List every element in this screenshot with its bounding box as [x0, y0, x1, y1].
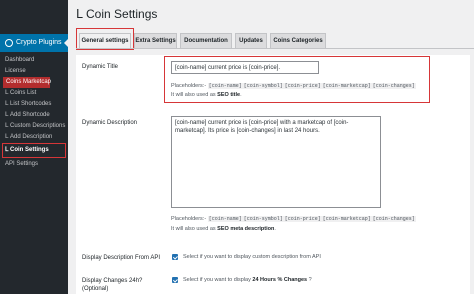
- tab-documentation[interactable]: Documentation: [180, 33, 232, 48]
- sidebar-item-dashboard[interactable]: Dashboard: [0, 55, 68, 66]
- display-changes-help-bold: 24 Hours % Changes: [252, 277, 308, 283]
- dynamic-description-placeholders: Placeholders:- [coin-name] [coin-symbol][…: [171, 215, 416, 223]
- display-changes-optional: (Optional): [82, 286, 109, 292]
- placeholder-tag: [coin-symbol]: [242, 216, 284, 222]
- display-changes-checkbox[interactable]: [172, 277, 178, 283]
- sidebar-item-custom-descriptions[interactable]: ᒪ Custom Descriptions: [0, 121, 68, 132]
- seo-note-bold: SEO meta description: [217, 226, 275, 232]
- placeholder-tag: [coin-name]: [207, 216, 243, 222]
- tab-updates[interactable]: Updates: [235, 33, 267, 48]
- display-description-help: Select if you want to display custom des…: [183, 254, 321, 260]
- highlight-box-general-settings: [76, 28, 134, 50]
- tab-extra-settings[interactable]: Extra Settings: [134, 33, 177, 48]
- dynamic-description-textarea[interactable]: [coin-name] current price is [coin-price…: [171, 116, 381, 208]
- seo-note-text: It will also used as: [171, 226, 218, 232]
- current-menu-arrow-icon: [64, 39, 68, 47]
- display-changes-help: Select if you want to display 24 Hours %…: [183, 276, 312, 284]
- settings-form: Dynamic Title [coin-name] current price …: [76, 55, 474, 294]
- page-scrollbar[interactable]: [470, 55, 474, 294]
- placeholder-tag: [coin-price]: [283, 216, 322, 222]
- display-changes-help-suffix: ?: [307, 277, 312, 283]
- sidebar-item-api-settings[interactable]: API Settings: [0, 159, 68, 170]
- sidebar-item-coins-marketcap[interactable]: Coins Marketcap: [3, 77, 51, 88]
- menu-crypto-plugins-label: Crypto Plugins: [16, 39, 62, 46]
- sidebar-item-list-shortcodes[interactable]: ᒪ List Shortcodes: [0, 99, 68, 110]
- sidebar-item-coins-list[interactable]: ᒪ Coins List: [0, 88, 68, 99]
- dynamic-description-label: Dynamic Description: [82, 120, 138, 126]
- admin-sidebar: Crypto Plugins Dashboard License Coins M…: [0, 0, 68, 294]
- dynamic-title-label: Dynamic Title: [82, 64, 119, 70]
- placeholder-tag: [coin-changes]: [371, 216, 416, 222]
- textarea-resize-handle[interactable]: [376, 203, 381, 208]
- placeholders-label: Placeholders:-: [171, 216, 207, 222]
- display-description-checkbox[interactable]: [172, 254, 178, 260]
- sidebar-item-add-shortcode[interactable]: ᒪ Add Shortcode: [0, 110, 68, 121]
- highlight-box-coin-settings: [2, 143, 66, 158]
- sidebar-item-add-description[interactable]: ᒪ Add Description: [0, 132, 68, 143]
- dynamic-description-seo-note: It will also used as SEO meta descriptio…: [171, 225, 276, 233]
- highlight-box-dynamic-title: [164, 56, 430, 103]
- page-title: ᒪ Coin Settings: [76, 7, 158, 21]
- crypto-plugins-icon: [5, 39, 13, 47]
- display-changes-help-text: Select if you want to display: [183, 277, 253, 283]
- menu-crypto-plugins[interactable]: Crypto Plugins: [0, 34, 68, 52]
- tab-divider: [76, 48, 474, 49]
- wordpress-logo-area[interactable]: [0, 0, 68, 18]
- seo-note-suffix: .: [274, 226, 276, 232]
- sidebar-item-license[interactable]: License: [0, 66, 68, 77]
- display-description-label: Display Description From API: [82, 255, 161, 261]
- tab-coins-categories[interactable]: Coins Categories: [270, 33, 326, 48]
- display-changes-label: Display Changes 24h?: [82, 278, 143, 284]
- placeholder-tag: [coin-marketcap]: [321, 216, 372, 222]
